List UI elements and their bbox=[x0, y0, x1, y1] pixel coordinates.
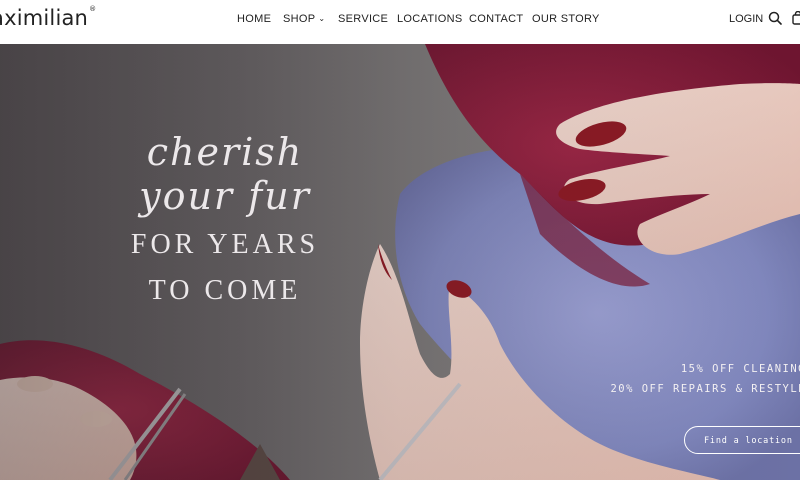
nav-locations[interactable]: LOCATIONS bbox=[397, 13, 462, 25]
search-icon[interactable] bbox=[768, 11, 782, 30]
hero-headline: cherish your fur FOR YEARS TO COME bbox=[120, 130, 330, 314]
trademark-symbol: ® bbox=[89, 5, 97, 13]
nav-shop-label: SHOP bbox=[283, 13, 316, 25]
hero-banner: cherish your fur FOR YEARS TO COME 15% O… bbox=[0, 44, 800, 480]
headline-line-4: TO COME bbox=[148, 275, 302, 306]
chevron-down-icon: ⌄ bbox=[318, 14, 326, 23]
logo-text: aximilian bbox=[0, 6, 89, 30]
headline-line-1: cherish bbox=[146, 130, 304, 174]
site-header: aximilian® HOME SHOP ⌄ SERVICE LOCATIONS … bbox=[0, 0, 800, 44]
nav-home[interactable]: HOME bbox=[237, 13, 271, 25]
cart-icon[interactable] bbox=[792, 10, 800, 30]
headline-line-3: FOR YEARS bbox=[130, 229, 320, 260]
brand-logo[interactable]: aximilian® bbox=[0, 5, 97, 30]
headline-line-2: your fur bbox=[139, 174, 311, 218]
nav-contact[interactable]: CONTACT bbox=[469, 13, 523, 25]
promo-cleaning: 15% OFF CLEANING bbox=[680, 363, 800, 375]
login-link[interactable]: LOGIN bbox=[729, 13, 763, 25]
nav-shop[interactable]: SHOP ⌄ bbox=[283, 13, 325, 25]
promo-text: 15% OFF CLEANING 20% OFF REPAIRS & RESTY… bbox=[610, 359, 800, 399]
nav-our-story[interactable]: OUR STORY bbox=[532, 13, 600, 25]
nav-service[interactable]: SERVICE bbox=[338, 13, 388, 25]
promo-repairs: 20% OFF REPAIRS & RESTYLE bbox=[610, 383, 800, 395]
find-location-button[interactable]: Find a location bbox=[684, 426, 800, 454]
